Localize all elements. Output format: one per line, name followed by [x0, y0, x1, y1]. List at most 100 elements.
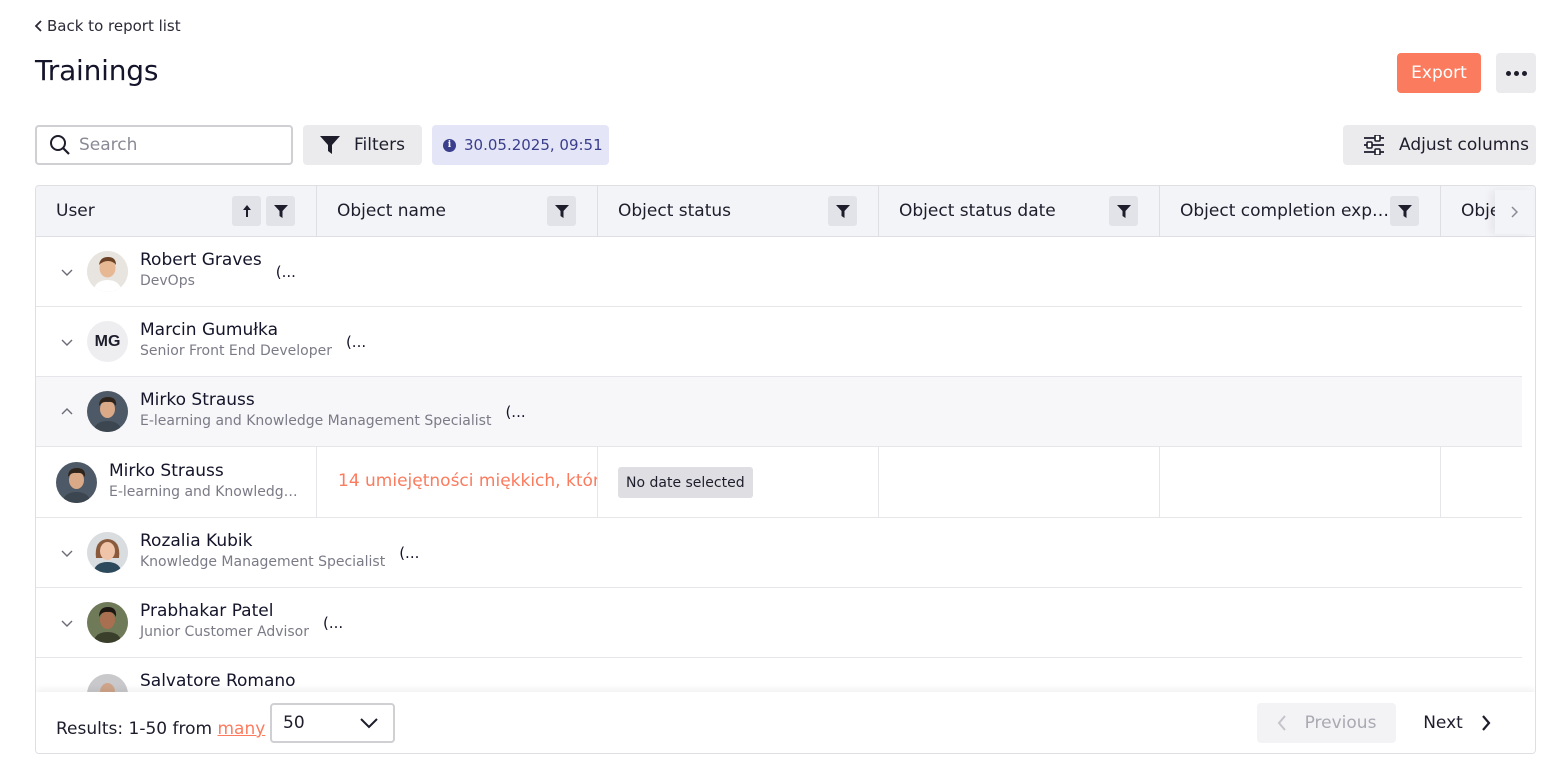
table-header: User Object name Object status Object st…	[36, 186, 1535, 237]
partial-cell	[1441, 447, 1486, 517]
table-row[interactable]: MG Marcin Gumułka Senior Front End Devel…	[36, 307, 1522, 377]
column-label: Object completion expiration date	[1180, 201, 1392, 221]
chevron-down-icon[interactable]	[60, 267, 74, 277]
filter-icon	[554, 204, 569, 218]
column-label: Object name	[337, 201, 446, 221]
chevron-down-icon[interactable]	[60, 548, 74, 558]
object-name-cell: 14 umiejętności miękkich, których	[317, 447, 598, 517]
page-title: Trainings	[35, 54, 159, 87]
row-summary: (...	[505, 403, 526, 421]
arrow-up-icon	[242, 205, 251, 217]
avatar	[87, 532, 128, 573]
user-name: Marcin Gumułka	[140, 320, 279, 340]
sort-ascending-button[interactable]	[232, 196, 261, 226]
column-filter-button[interactable]	[547, 196, 576, 226]
column-filter-button[interactable]	[1109, 196, 1138, 226]
back-to-report-list-link[interactable]: Back to report list	[34, 17, 181, 35]
table-row[interactable]: Rozalia Kubik Knowledge Management Speci…	[36, 518, 1522, 588]
avatar: MG	[87, 321, 128, 362]
next-page-button[interactable]: Next	[1412, 703, 1502, 743]
user-role: Junior Customer Advisor	[140, 624, 309, 640]
column-filter-button[interactable]	[828, 196, 857, 226]
results-summary: Results: 1-50 from many	[56, 719, 265, 739]
row-summary: (...	[323, 614, 344, 632]
chevron-right-icon	[1481, 715, 1491, 731]
object-completion-expiration-cell	[1160, 447, 1441, 517]
user-role: E-learning and Knowledge Management Spec…	[140, 413, 492, 429]
user-role: DevOps	[140, 273, 195, 289]
chevron-down-icon	[360, 718, 378, 729]
chevron-up-icon[interactable]	[60, 407, 74, 417]
report-date-badge: i 30.05.2025, 09:51	[432, 125, 609, 165]
column-filter-button[interactable]	[1390, 196, 1419, 226]
adjust-columns-button[interactable]: Adjust columns	[1343, 125, 1536, 165]
column-header-object-completion-expiration[interactable]: Object completion expiration date	[1160, 186, 1441, 236]
results-many-link[interactable]: many	[217, 719, 265, 739]
search-icon	[50, 135, 70, 155]
column-header-object-status-date[interactable]: Object status date	[879, 186, 1160, 236]
user-name: Robert Graves	[140, 250, 262, 270]
more-options-button[interactable]	[1496, 53, 1536, 93]
user-role: Knowledge Management Specialist	[140, 554, 386, 570]
user-name: Prabhakar Patel	[140, 601, 274, 621]
column-label: Object status	[618, 201, 732, 221]
avatar	[87, 251, 128, 292]
table-row[interactable]: Prabhakar Patel Junior Customer Advisor …	[36, 588, 1522, 658]
report-table: User Object name Object status Object st…	[35, 185, 1536, 754]
chevron-right-icon	[1511, 206, 1518, 218]
sliders-icon	[1364, 135, 1384, 155]
avatar	[87, 391, 128, 432]
avatar	[56, 462, 97, 503]
filter-icon	[1397, 204, 1412, 218]
column-header-partial[interactable]: Obje	[1441, 186, 1501, 236]
avatar	[87, 602, 128, 643]
search-input[interactable]	[79, 135, 259, 155]
filter-icon	[1116, 204, 1131, 218]
column-header-object-status[interactable]: Object status	[598, 186, 879, 236]
info-icon: i	[443, 138, 456, 152]
object-status-cell: No date selected	[598, 447, 879, 517]
scroll-right-button[interactable]	[1495, 190, 1533, 234]
adjust-columns-label: Adjust columns	[1399, 135, 1529, 155]
user-name: Mirko Strauss	[109, 461, 224, 481]
detail-user-cell: Mirko Strauss E-learning and Knowledge M…	[36, 447, 317, 517]
more-horizontal-icon	[1505, 70, 1511, 76]
table-row[interactable]: Robert Graves DevOps (...	[36, 237, 1522, 307]
filters-button[interactable]: Filters	[303, 125, 422, 165]
report-date-text: 30.05.2025, 09:51	[464, 136, 603, 154]
user-name: Salvatore Romano	[140, 671, 296, 691]
chevron-left-icon	[1277, 715, 1286, 731]
table-body: Robert Graves DevOps (... MG Marcin Gumu…	[36, 237, 1522, 715]
chevron-down-icon[interactable]	[60, 618, 74, 628]
next-label: Next	[1423, 713, 1463, 733]
page-size-value: 50	[283, 713, 305, 733]
page-size-select[interactable]: 50	[270, 703, 395, 743]
user-role: Senior Front End Developer	[140, 343, 332, 359]
filter-icon	[835, 204, 850, 218]
user-role: E-learning and Knowledge Management Spec…	[109, 484, 299, 500]
previous-page-button[interactable]: Previous	[1257, 703, 1396, 743]
pagination-footer: Results: 1-50 from many 50 Previous Next	[36, 692, 1535, 753]
export-button[interactable]: Export	[1397, 53, 1481, 93]
column-header-object-name[interactable]: Object name	[317, 186, 598, 236]
object-name-link[interactable]: 14 umiejętności miękkich, których	[338, 471, 597, 491]
column-header-user[interactable]: User	[36, 186, 317, 236]
detail-row[interactable]: Mirko Strauss E-learning and Knowledge M…	[36, 447, 1522, 518]
object-status-date-cell	[879, 447, 1160, 517]
column-filter-button[interactable]	[266, 196, 295, 226]
previous-label: Previous	[1304, 713, 1377, 733]
user-name: Mirko Strauss	[140, 390, 255, 410]
chevron-left-icon	[34, 20, 42, 32]
chevron-down-icon[interactable]	[60, 337, 74, 347]
row-summary: (...	[399, 544, 420, 562]
status-badge: No date selected	[618, 467, 753, 498]
column-label: Object status date	[899, 201, 1056, 221]
search-field[interactable]	[35, 125, 293, 165]
row-summary: (...	[345, 333, 367, 351]
table-row[interactable]: Mirko Strauss E-learning and Knowledge M…	[36, 377, 1522, 447]
back-link-label: Back to report list	[47, 17, 181, 35]
results-prefix: Results: 1-50 from	[56, 719, 213, 739]
filter-icon	[320, 136, 341, 154]
row-summary: (...	[275, 263, 296, 281]
user-name: Rozalia Kubik	[140, 531, 253, 551]
